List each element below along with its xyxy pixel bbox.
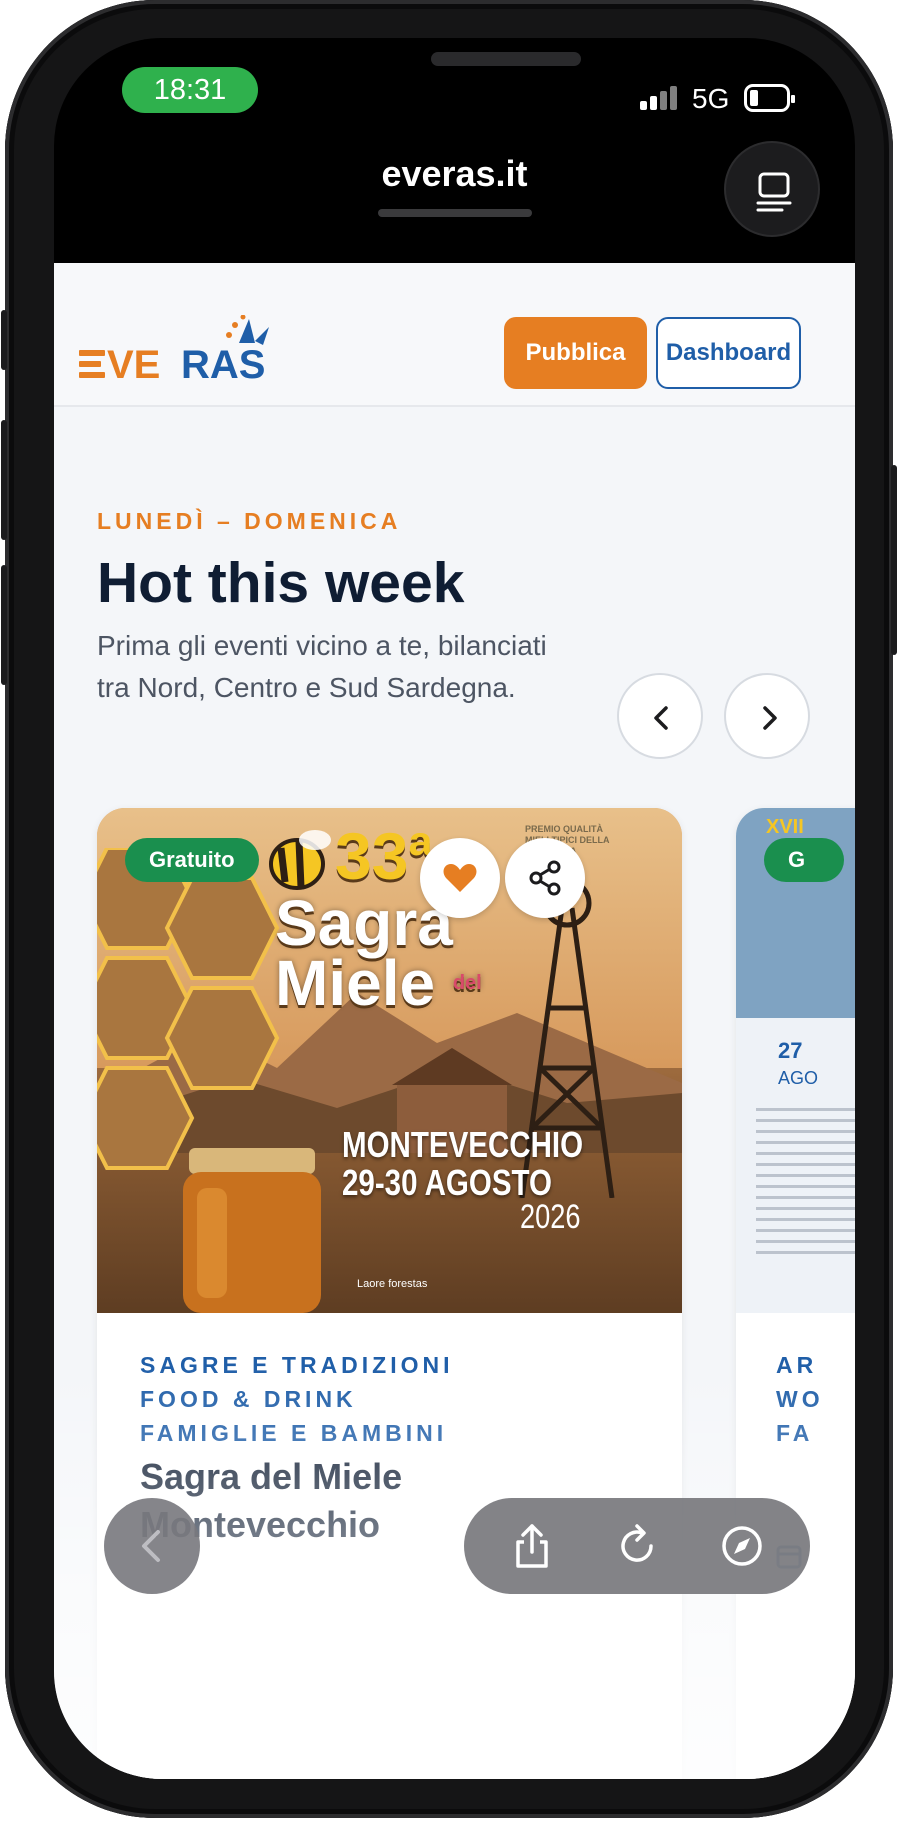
poster2-date: 27 AGO [778, 1038, 818, 1090]
carousel-prev-button[interactable] [617, 673, 703, 759]
share-icon [529, 860, 561, 896]
compass-icon[interactable] [714, 1518, 770, 1574]
phone-frame: 18:31 5G everas.it VE RAS Pubblica Dashb… [1, 0, 897, 1818]
publish-button[interactable]: Pubblica [504, 317, 647, 389]
reload-icon[interactable] [609, 1518, 665, 1574]
url-bar-handle [378, 209, 532, 217]
tabs-button[interactable] [724, 141, 820, 237]
browser-toolbar [464, 1498, 810, 1594]
honey-jar-illustration [183, 1148, 321, 1313]
volume-up-button [1, 420, 7, 540]
dashboard-button[interactable]: Dashboard [656, 317, 801, 389]
bee-icon [269, 830, 331, 890]
status-bar: 18:31 5G [54, 38, 855, 128]
poster-place: MONTEVECCHIO [342, 1124, 584, 1165]
screen: 18:31 5G everas.it VE RAS Pubblica Dashb… [54, 38, 855, 1779]
site-header: VE RAS Pubblica Dashboard [54, 263, 855, 407]
poster-name-bottom: Miele del [275, 951, 482, 1015]
event-card-next[interactable]: XVII 27 AGO G AR WO FA [736, 808, 855, 1779]
poster2-day: 27 [778, 1038, 803, 1063]
category-tag: FOOD & DRINK [140, 1386, 357, 1412]
poster-edition-number: 33ª [335, 819, 433, 893]
poster-sponsors: Laore forestas [357, 1278, 428, 1290]
back-icon [142, 1530, 160, 1562]
poster-name-del: del [452, 972, 482, 994]
section-title: Hot this week [97, 551, 465, 615]
poster-place-dates: MONTEVECCHIO 29-30 AGOSTO [342, 1126, 583, 1202]
poster-name-miele: Miele [275, 947, 436, 1019]
event-poster-image[interactable]: 33ª Sagra Miele del PREMIO QUALITÀ MIELI… [97, 808, 682, 1313]
logo-text-ev: VE [107, 343, 160, 385]
category-tag: AR [776, 1352, 818, 1378]
power-button [891, 465, 897, 655]
logo-burst-icon [226, 315, 269, 345]
category-tag: FA [776, 1420, 814, 1446]
browser-back-button[interactable] [104, 1498, 200, 1594]
tabs-icon [756, 172, 792, 212]
status-time: 18:31 [122, 67, 258, 113]
cellular-signal-icon [640, 86, 680, 110]
free-badge: G [764, 838, 844, 882]
share-sheet-icon[interactable] [504, 1518, 560, 1574]
battery-icon [744, 84, 795, 112]
side-button [1, 310, 7, 370]
network-type: 5G [692, 83, 730, 114]
poster2-month: AGO [778, 1068, 819, 1088]
everas-logo[interactable]: VE RAS [79, 315, 279, 385]
category-tag: WO [776, 1386, 824, 1412]
section-subtitle: Prima gli eventi vicino a te, bilanciati… [97, 630, 547, 703]
logo-text-ras: RAS [181, 343, 265, 385]
section-eyebrow: LUNEDÌ – DOMENICA [97, 508, 402, 534]
chevron-right-icon [763, 706, 777, 730]
category-tag: FAMIGLIE E BAMBINI [140, 1420, 448, 1446]
poster2-header: XVII [766, 816, 804, 838]
volume-down-button [1, 565, 7, 685]
poster-dates: 29-30 AGOSTO [342, 1162, 553, 1203]
share-button[interactable] [505, 838, 585, 918]
free-badge: Gratuito [125, 838, 259, 882]
event-poster-image-next[interactable]: XVII 27 AGO [736, 808, 855, 1313]
poster2-text-lines [756, 1108, 855, 1258]
poster-year: 2026 [520, 1198, 581, 1236]
heart-icon [443, 864, 477, 892]
event-categories: SAGRE E TRADIZIONI FOOD & DRINK FAMIGLIE… [140, 1348, 454, 1450]
event-card[interactable]: 33ª Sagra Miele del PREMIO QUALITÀ MIELI… [97, 808, 682, 1779]
carousel-next-button[interactable] [724, 673, 810, 759]
category-tag: SAGRE E TRADIZIONI [140, 1352, 454, 1378]
chevron-left-icon [654, 706, 668, 730]
favorite-button[interactable] [420, 838, 500, 918]
event-categories: AR WO FA [776, 1348, 824, 1450]
